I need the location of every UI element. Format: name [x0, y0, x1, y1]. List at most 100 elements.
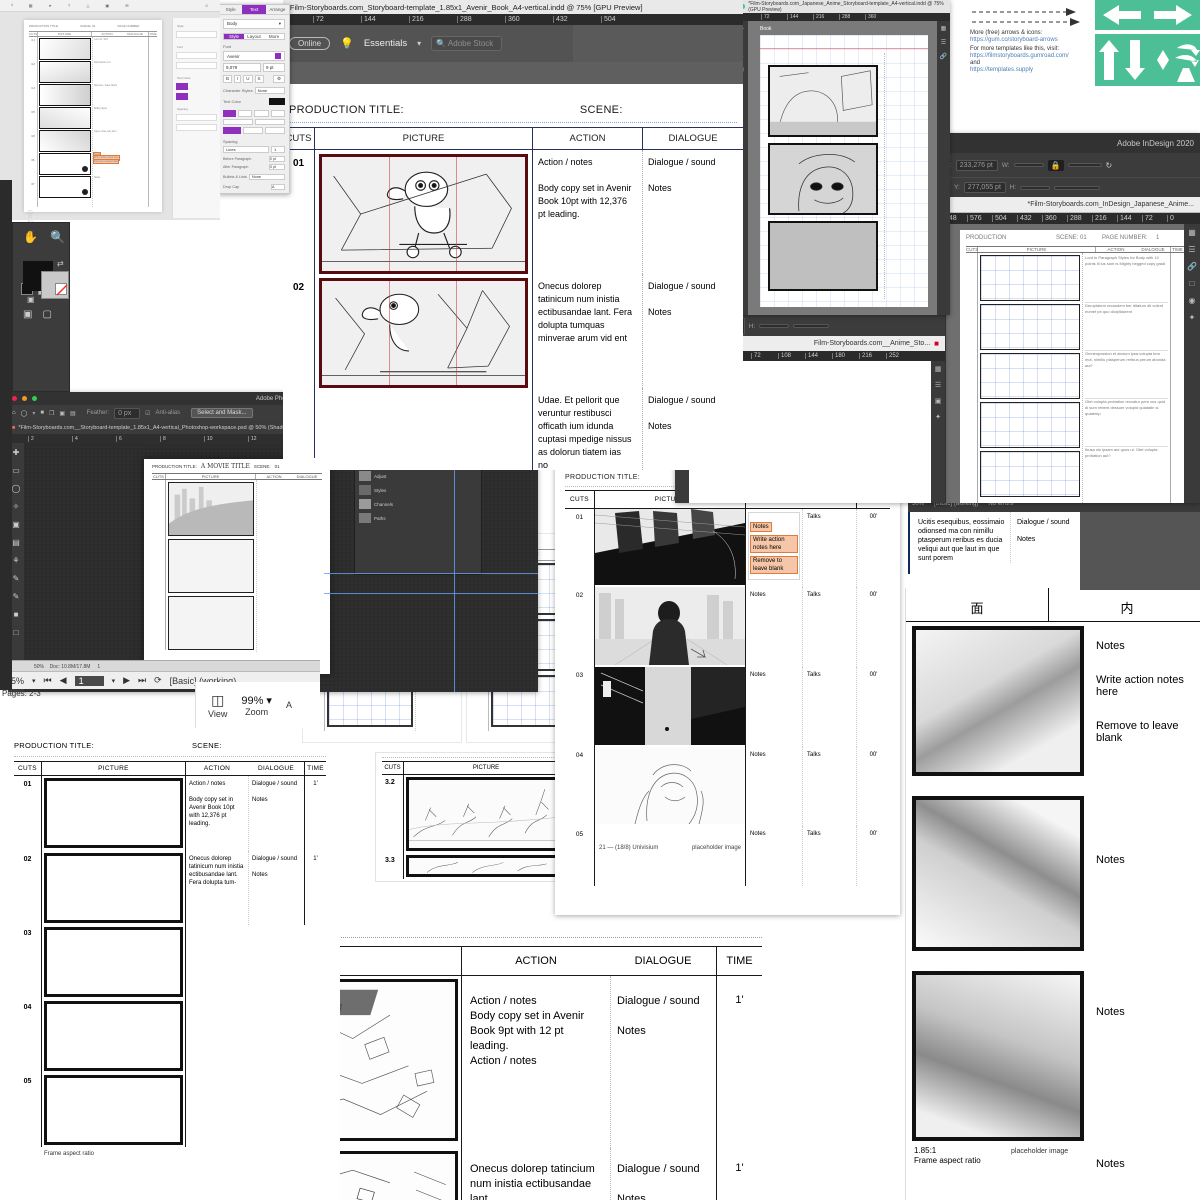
- eyedropper-tool-icon[interactable]: ⚘: [12, 556, 19, 565]
- lightbulb-icon[interactable]: 💡: [340, 37, 354, 50]
- rotate-field[interactable]: [1067, 163, 1102, 167]
- color-panel-icon[interactable]: ◉: [1189, 296, 1196, 305]
- maximize-icon[interactable]: [32, 396, 38, 401]
- annotate-label[interactable]: A: [286, 700, 292, 710]
- subtab-style[interactable]: Style: [224, 34, 244, 39]
- first-page-icon[interactable]: ⏮: [44, 675, 52, 686]
- align-right-button[interactable]: [254, 110, 269, 117]
- zoom-tool-icon[interactable]: 🔍: [50, 230, 65, 244]
- size-unit-field[interactable]: 9 pt: [263, 63, 285, 72]
- chevron-down-icon[interactable]: ▾: [32, 410, 35, 417]
- align-center-button[interactable]: [237, 110, 252, 117]
- refresh-icon[interactable]: ↻: [1106, 161, 1113, 170]
- toolbar-icon-table[interactable]: ▦: [29, 3, 33, 8]
- layer-name[interactable]: Paths: [374, 516, 386, 521]
- crop-tool-icon[interactable]: ▣: [12, 520, 20, 529]
- add-selection-icon[interactable]: ❐: [49, 410, 54, 417]
- doc-title[interactable]: *Film-Storyboards.com_Storyboard-templat…: [287, 3, 643, 12]
- production-title-value[interactable]: A MOVIE TITLE: [201, 463, 250, 470]
- tab-style[interactable]: Style: [219, 5, 242, 14]
- strike-button[interactable]: S: [254, 75, 264, 83]
- doc-title[interactable]: *Film-Storyboards.com_InDesign_Japanese_…: [1027, 201, 1194, 208]
- workspace-selector[interactable]: Essentials: [364, 38, 407, 49]
- tab-text[interactable]: Text: [242, 5, 266, 14]
- preflight-icon[interactable]: ⟳: [154, 675, 162, 686]
- before-paragraph-field[interactable]: 0 pt: [269, 156, 285, 162]
- swatches-panel-icon[interactable]: ▣: [935, 397, 942, 405]
- chevron-down-icon[interactable]: ▾: [112, 677, 116, 685]
- toolbar-icon-comment[interactable]: ✉: [125, 3, 128, 8]
- layer-name[interactable]: Channels: [374, 502, 393, 507]
- vertical-align-middle-button[interactable]: [255, 119, 285, 125]
- move-tool-icon[interactable]: ✚: [13, 448, 20, 457]
- pages-panel-icon[interactable]: ▦: [941, 25, 947, 32]
- shear-field[interactable]: [1054, 185, 1101, 190]
- swap-colors-icon[interactable]: ⇄: [57, 259, 64, 268]
- select-and-mask-button[interactable]: Select and Mask...: [191, 408, 253, 418]
- align-justify-button[interactable]: [270, 110, 285, 117]
- frame-tool-icon[interactable]: ▤: [12, 538, 20, 547]
- after-paragraph-field[interactable]: 0 pt: [269, 164, 285, 170]
- marquee-tool-icon[interactable]: ▭: [12, 466, 20, 475]
- pages-panel-icon[interactable]: ▦: [1188, 228, 1196, 237]
- toolbar-icon-collaborate[interactable]: ☺: [205, 3, 209, 8]
- links-panel-icon[interactable]: 🔗: [1187, 262, 1197, 271]
- action-note-2[interactable]: Write action notes here: [750, 535, 798, 553]
- layers-panel-icon[interactable]: ☰: [935, 381, 941, 389]
- last-page-icon[interactable]: ⏭: [138, 675, 146, 686]
- magic-wand-tool-icon[interactable]: ✧: [13, 502, 20, 511]
- chevron-down-icon[interactable]: ▾: [32, 677, 36, 685]
- bullets-field[interactable]: None: [248, 174, 285, 180]
- y-value-field[interactable]: 277,055 pt: [963, 182, 1006, 193]
- links-panel-icon[interactable]: 🔗: [940, 53, 947, 60]
- arrows-line1-url[interactable]: https://gum.co/storyboard-arrows: [970, 37, 1080, 44]
- h-value-field[interactable]: [759, 324, 790, 328]
- style-field[interactable]: Body ▾: [223, 19, 285, 29]
- tab-arrange[interactable]: Arrange: [266, 5, 289, 14]
- scene-value[interactable]: 01: [275, 464, 280, 469]
- page-field[interactable]: 1: [74, 675, 104, 686]
- effects-panel-icon[interactable]: ✦: [935, 413, 941, 421]
- font-size-field[interactable]: 9,079: [223, 63, 261, 72]
- minimize-icon[interactable]: [22, 396, 28, 401]
- layers-panel-icon[interactable]: ☰: [1188, 245, 1195, 254]
- toolbar-icon-shapes[interactable]: △: [86, 3, 89, 8]
- indent-decrease-button[interactable]: [243, 127, 263, 134]
- doc-tab[interactable]: *Film-Storyboards.com__Storyboard-templa…: [18, 425, 313, 431]
- intersect-selection-icon[interactable]: ▤: [70, 410, 76, 417]
- align-left-button[interactable]: [223, 110, 236, 117]
- toolbar-icon-media[interactable]: ▣: [105, 3, 109, 8]
- screen-mode-icon[interactable]: ▣: [23, 309, 32, 320]
- brush-tool-icon[interactable]: ✎: [13, 592, 20, 601]
- indent-increase-button[interactable]: [265, 127, 285, 134]
- h-value-field[interactable]: [1020, 185, 1051, 190]
- healing-brush-tool-icon[interactable]: ✎: [13, 574, 20, 583]
- text-color-swatch[interactable]: [269, 98, 285, 105]
- toolbar-icon-export[interactable]: ⭳: [11, 2, 12, 9]
- online-button[interactable]: Online: [289, 37, 331, 50]
- font-family-field[interactable]: Avenir: [223, 51, 285, 61]
- zoom-value[interactable]: 99% ▾: [241, 694, 272, 707]
- line-spacing-field[interactable]: Lines: [223, 146, 269, 153]
- character-style-field[interactable]: None: [254, 87, 285, 94]
- subtract-selection-icon[interactable]: ▣: [59, 410, 65, 417]
- arrows-line3-url[interactable]: https://templates.supply: [970, 67, 1088, 74]
- w-value-field[interactable]: [1013, 163, 1044, 167]
- standard-mode-icon[interactable]: ▢: [42, 309, 51, 320]
- toolbar-icon-share[interactable]: ➤: [49, 3, 52, 8]
- list-bullet-button[interactable]: [223, 127, 241, 134]
- doc-title[interactable]: Film-Storyboards.com__Anime_Sto...: [814, 340, 930, 347]
- lock-icon[interactable]: 🔒: [1047, 159, 1064, 171]
- new-selection-icon[interactable]: ■: [40, 410, 44, 416]
- toolbar-icon-text[interactable]: T: [68, 3, 70, 8]
- clone-stamp-tool-icon[interactable]: ■: [14, 610, 19, 619]
- lasso-tool-icon[interactable]: ◯: [12, 484, 21, 493]
- font-color-swatch[interactable]: [275, 53, 281, 59]
- action-note-3[interactable]: Remove to leave blank: [750, 556, 798, 574]
- prev-page-icon[interactable]: ◀: [60, 675, 67, 686]
- vertical-align-top-button[interactable]: [223, 119, 253, 125]
- distribute-field[interactable]: [793, 324, 830, 328]
- underline-button[interactable]: U: [243, 75, 253, 83]
- chevron-down-icon[interactable]: ▾: [417, 39, 421, 48]
- lasso-tool-icon[interactable]: ◯: [21, 410, 28, 417]
